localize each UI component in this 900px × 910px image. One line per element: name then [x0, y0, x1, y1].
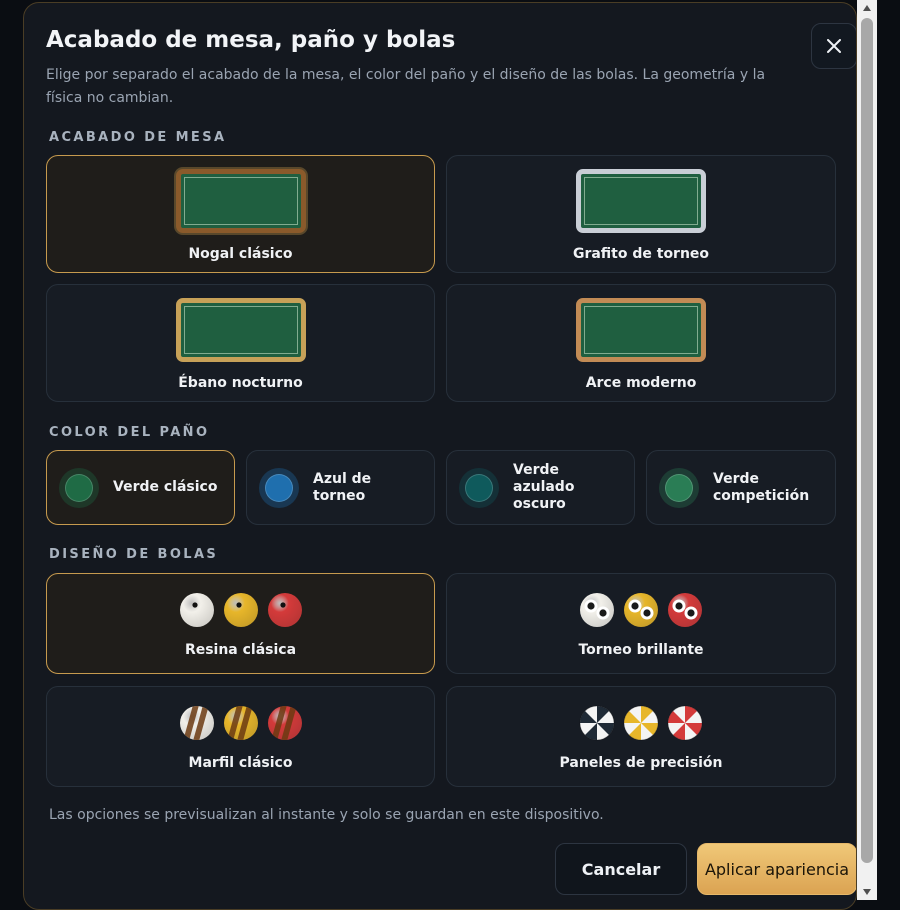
table-finish-label: Ébano nocturno	[178, 375, 303, 391]
ball-preview-stripes	[47, 705, 434, 741]
appearance-dialog: Acabado de mesa, paño y bolas Elige por …	[23, 2, 857, 910]
cloth-option-dark-teal[interactable]: Verde azulado oscuro	[446, 450, 635, 525]
cloth-option-classic-green[interactable]: Verde clásico	[46, 450, 235, 525]
table-finish-label: Nogal clásico	[188, 246, 293, 262]
ball-stripes-3	[267, 706, 302, 740]
ball-option-classic-ivory[interactable]: Marfil clásico	[46, 686, 435, 787]
ball-panels-1	[579, 705, 615, 741]
ball-spots-1	[580, 593, 614, 627]
table-preview-walnut	[176, 169, 306, 233]
ball-stripes-2	[223, 706, 258, 740]
ball-option-precision-panels[interactable]: Paneles de precisión	[446, 686, 836, 787]
table-finish-option-walnut[interactable]: Nogal clásico	[46, 155, 435, 273]
cloth-label: Azul de torneo	[313, 470, 372, 504]
cloth-swatch	[459, 468, 499, 508]
table-finish-label: Grafito de torneo	[572, 246, 710, 262]
ball-design-label: Torneo brillante	[578, 642, 704, 658]
cloth-option-tournament-blue[interactable]: Azul de torneo	[246, 450, 435, 525]
apply-button[interactable]: Aplicar apariencia	[697, 843, 856, 895]
dialog-title: Acabado de mesa, paño y bolas	[46, 27, 456, 53]
cloth-label: Verde competición	[713, 470, 810, 504]
ball-preview-panels	[447, 705, 835, 741]
ball-stripes-1	[179, 706, 214, 740]
close-icon	[827, 39, 841, 53]
scroll-thumb[interactable]	[861, 18, 873, 863]
ball-design-label: Paneles de precisión	[559, 755, 723, 771]
scroll-down-arrow-icon[interactable]	[857, 884, 877, 900]
table-preview-maple	[576, 298, 706, 362]
ball-design-label: Resina clásica	[184, 642, 297, 658]
ball-design-label: Marfil clásico	[188, 755, 293, 771]
scrollbar[interactable]	[857, 0, 877, 900]
table-preview-graphite	[576, 169, 706, 233]
ball-solid-1	[179, 593, 214, 627]
ball-spots-2	[624, 593, 658, 627]
table-preview-ebony	[176, 298, 306, 362]
ball-solid-3	[267, 593, 302, 627]
cloth-swatch	[659, 468, 699, 508]
ball-spots-3	[668, 593, 702, 627]
ball-panels-3	[667, 705, 703, 741]
cloth-option-competition-green[interactable]: Verde competición	[646, 450, 836, 525]
table-finish-option-graphite[interactable]: Grafito de torneo	[446, 155, 836, 273]
table-finish-option-ebony[interactable]: Ébano nocturno	[46, 284, 435, 402]
ball-solid-2	[223, 593, 258, 627]
cloth-label: Verde azulado oscuro	[513, 462, 575, 512]
cancel-button[interactable]: Cancelar	[555, 843, 687, 895]
ball-panels-2	[623, 705, 659, 741]
ball-preview-solid	[47, 592, 434, 628]
cloth-swatch	[59, 468, 99, 508]
cloth-label: Verde clásico	[113, 479, 218, 495]
ball-option-classic-resin[interactable]: Resina clásica	[46, 573, 435, 674]
ball-design-heading: DISEÑO DE BOLAS	[49, 547, 219, 562]
dialog-description: Elige por separado el acabado de la mesa…	[46, 67, 766, 106]
close-button[interactable]	[811, 23, 856, 69]
ball-option-bright-tournament[interactable]: Torneo brillante	[446, 573, 836, 674]
footer-note: Las opciones se previsualizan al instant…	[49, 807, 604, 823]
scroll-up-arrow-icon[interactable]	[857, 0, 877, 16]
cloth-color-heading: COLOR DEL PAÑO	[49, 425, 210, 440]
table-finish-heading: ACABADO DE MESA	[49, 130, 227, 145]
ball-preview-spots	[447, 592, 835, 628]
cloth-swatch	[259, 468, 299, 508]
table-finish-option-maple[interactable]: Arce moderno	[446, 284, 836, 402]
table-finish-label: Arce moderno	[585, 375, 697, 391]
